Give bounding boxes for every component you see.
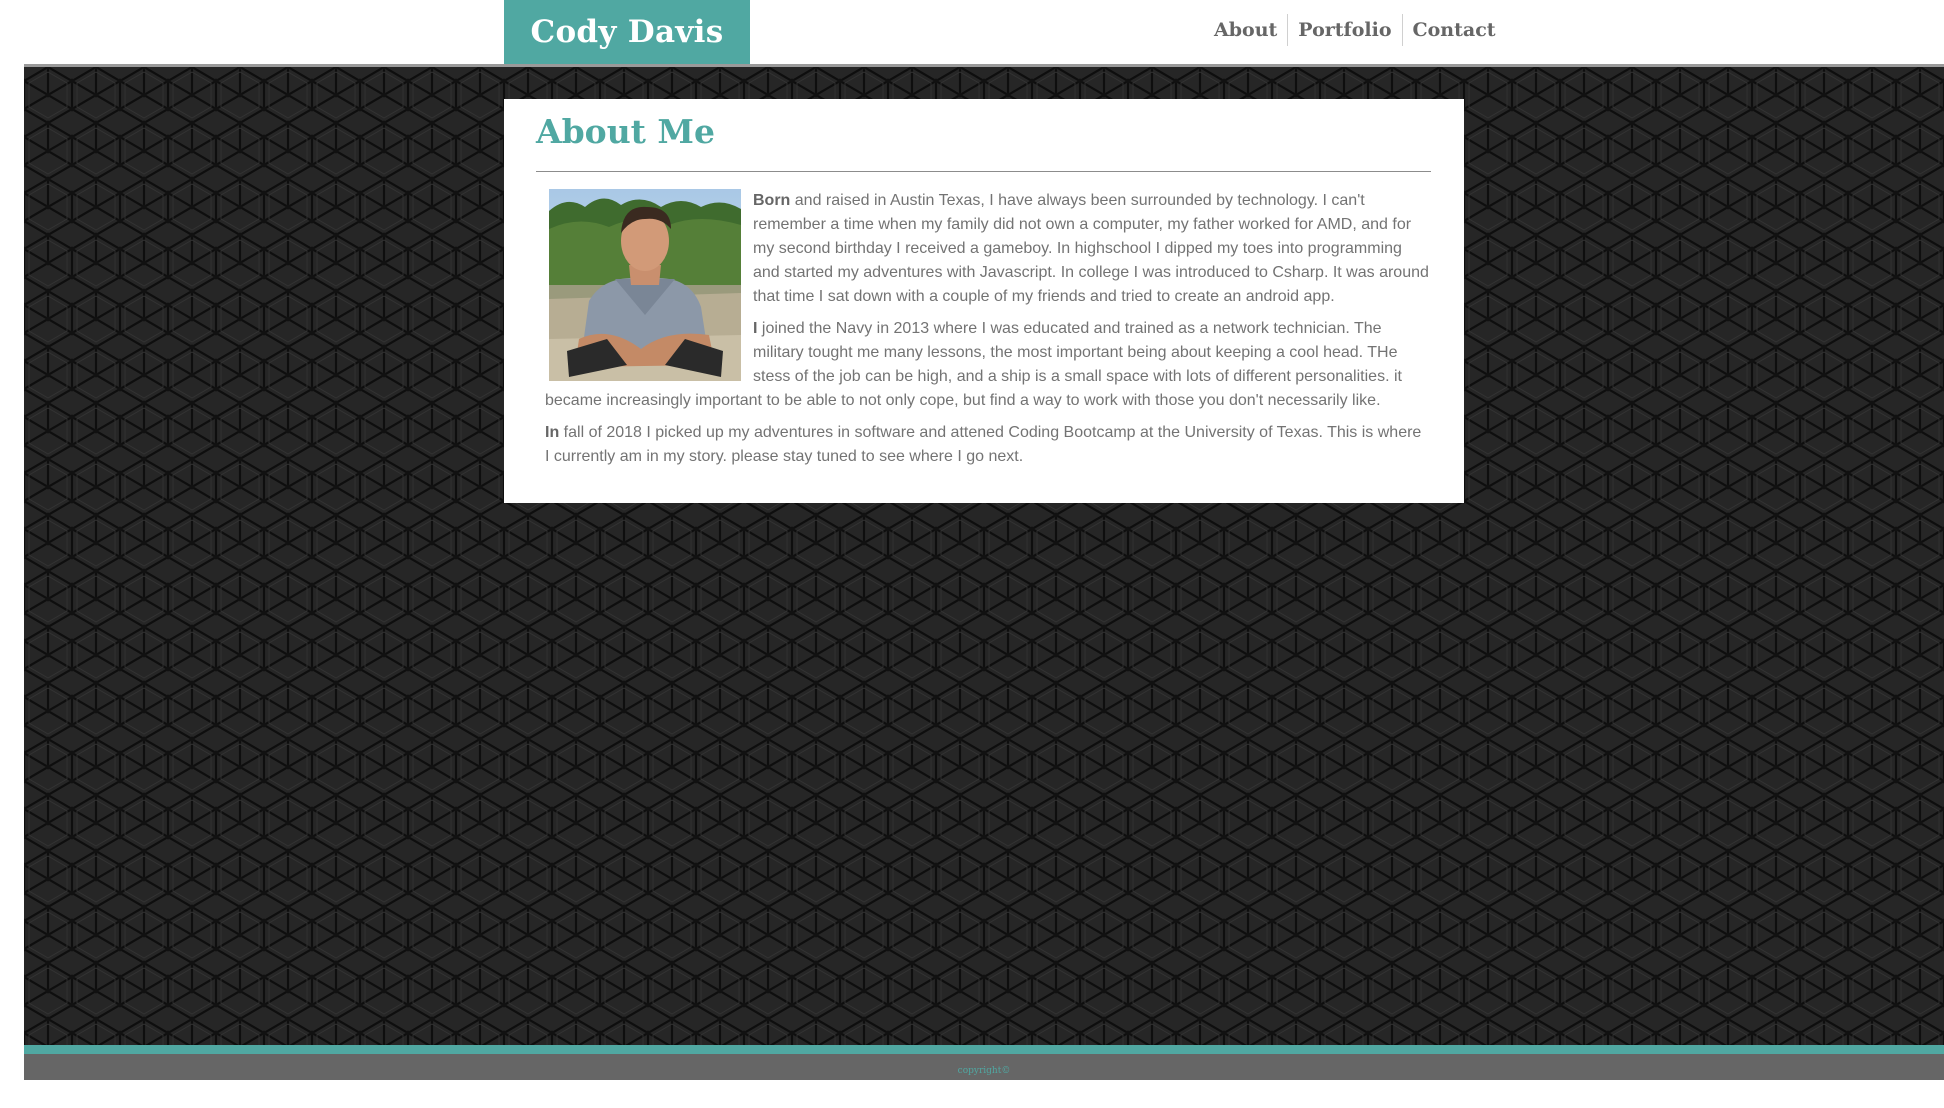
nav-portfolio-link[interactable]: Portfolio (1287, 14, 1401, 46)
paragraph-lead: In (545, 424, 560, 441)
about-paragraph: In fall of 2018 I picked up my adventure… (545, 421, 1430, 469)
site-header: Cody Davis About Portfolio Contact (24, 0, 1944, 64)
brand-logo[interactable]: Cody Davis (504, 0, 750, 64)
paragraph-text: and raised in Austin Texas, I have alway… (753, 192, 1429, 305)
site-footer: copyright© (24, 1054, 1944, 1080)
profile-photo (549, 189, 741, 381)
paragraph-text: fall of 2018 I picked up my adventures i… (545, 424, 1422, 465)
copyright-text: copyright© (957, 1066, 1011, 1076)
main-nav: About Portfolio Contact (1204, 14, 1506, 46)
paragraph-lead: Born (753, 192, 791, 209)
footer-accent-bar (24, 1045, 1944, 1054)
nav-about-link[interactable]: About (1204, 14, 1287, 46)
about-content: Born and raised in Austin Texas, I have … (545, 189, 1430, 477)
title-divider (536, 171, 1431, 172)
site: Cody Davis About Portfolio Contact About… (24, 0, 1944, 1080)
about-card: About Me Born and raised in Austin Texas… (504, 99, 1464, 503)
about-title: About Me (536, 112, 715, 151)
nav-contact-link[interactable]: Contact (1401, 14, 1506, 46)
